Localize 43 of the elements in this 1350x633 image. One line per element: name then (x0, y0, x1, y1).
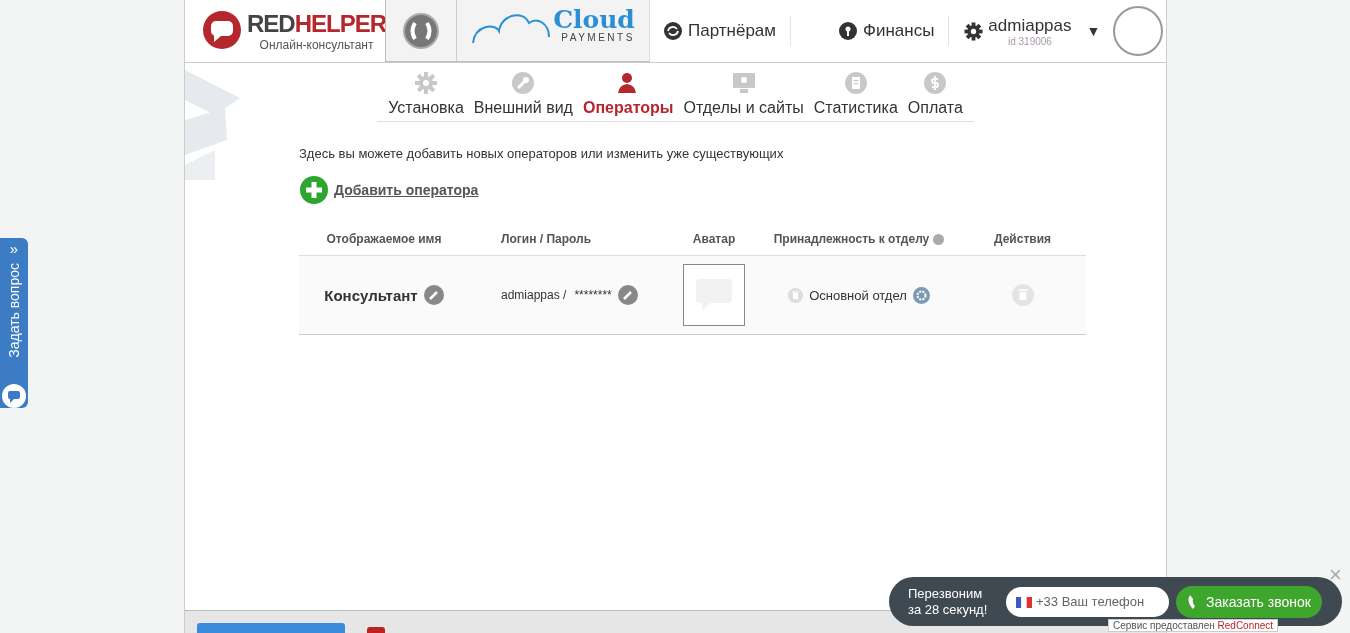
wrench-icon (511, 71, 536, 95)
monitor-icon (731, 71, 756, 95)
phone-circle-icon[interactable] (402, 11, 440, 50)
brand-tagline: Онлайн-консультант (259, 38, 374, 52)
column-header: Логин / Пароль (501, 232, 592, 246)
nav-tab[interactable]: Статистика (808, 71, 903, 117)
phone-field[interactable]: +33 Ваш телефон (1006, 586, 1169, 617)
intro-text: Здесь вы можете добавить новых операторов или изменить уже существующих (299, 146, 785, 161)
edit-icon[interactable] (423, 285, 444, 305)
user-name[interactable]: admiappas (988, 15, 1072, 36)
edit-icon[interactable] (617, 285, 638, 305)
column-header: Отображаемое имя (326, 232, 442, 246)
avatar-placeholder[interactable] (683, 264, 745, 326)
operator-login: admiappas / (501, 288, 567, 302)
settings-icon[interactable] (964, 21, 984, 41)
header-link[interactable]: Финансы (825, 21, 949, 41)
add-operator-link[interactable]: Добавить оператора (334, 182, 479, 198)
column-header: Действия (993, 232, 1052, 246)
key-icon (839, 22, 857, 40)
chat-bubble-icon (201, 10, 243, 52)
department-name: Основной отдел (809, 287, 907, 303)
avatar[interactable] (1113, 6, 1164, 56)
header-link[interactable]: Партнёрам (650, 21, 790, 41)
user-id: id 319006 (1007, 35, 1052, 47)
brand-name: REDHELPER (247, 10, 387, 38)
operator-password: ******** (574, 288, 612, 302)
column-header: Аватар (692, 232, 736, 246)
nav-tab[interactable]: Операторы (577, 71, 679, 117)
add-icon[interactable] (299, 175, 329, 205)
dollar-icon (923, 71, 948, 95)
nav-tab[interactable]: Установка (383, 71, 469, 117)
refresh-icon (664, 22, 682, 40)
caret-icon[interactable]: ▼ (1086, 23, 1101, 39)
credit-text: Сервис предоставлен RedConnect (1108, 619, 1279, 632)
operator-name: Консультант (324, 286, 418, 304)
feedback-tab[interactable]: » Задать вопрос (0, 238, 28, 408)
document-icon (843, 71, 868, 95)
callback-text: Перезвоним за 28 секунд! (908, 585, 989, 618)
gear-icon (413, 71, 438, 95)
nav-tab[interactable]: Отделы и сайты (678, 71, 809, 117)
nav-tab[interactable]: Оплата (902, 71, 968, 117)
nav-tab[interactable]: Внешний вид (468, 71, 578, 117)
column-header: Принадлежность к отделу (773, 232, 930, 246)
